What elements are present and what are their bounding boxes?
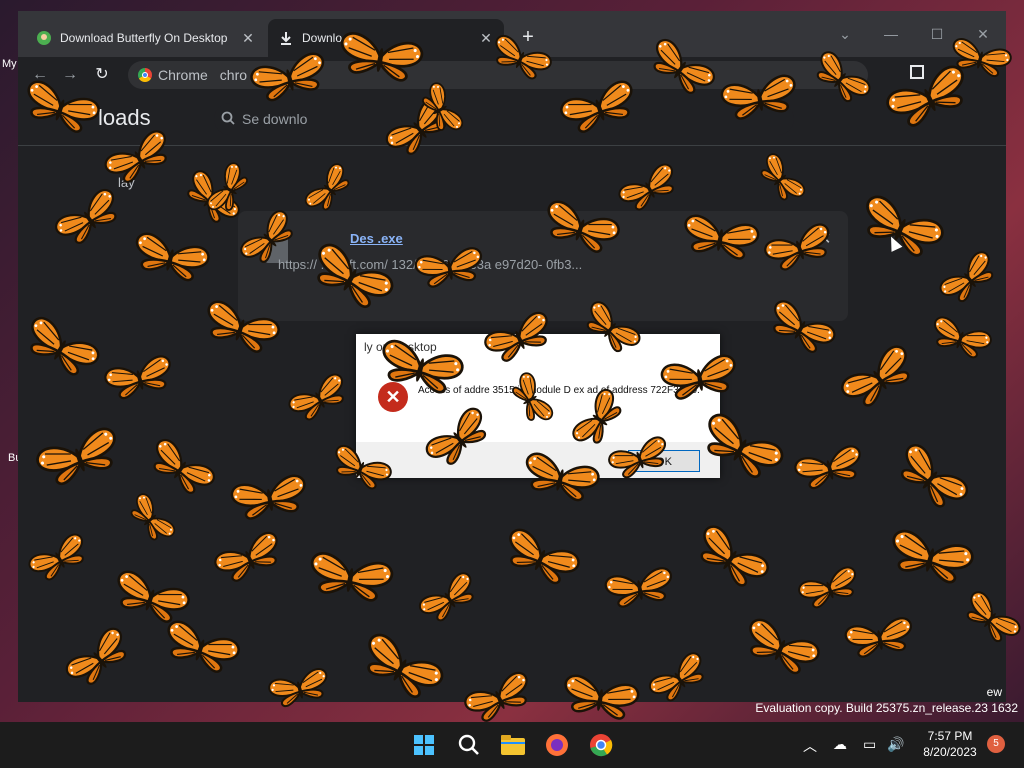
tab-title: Download Butterfly On Desktop — [60, 31, 228, 45]
tab-search-icon[interactable]: ⌄ — [830, 21, 860, 47]
tab-title: Downlo — [302, 31, 343, 45]
network-icon[interactable]: ▭ — [863, 736, 876, 753]
error-icon: ✕ — [378, 382, 408, 412]
close-tab-icon[interactable]: ✕ — [478, 30, 494, 47]
back-arrow-icon[interactable]: ← — [28, 63, 52, 87]
file-explorer-icon[interactable] — [499, 731, 527, 759]
download-filename-link[interactable]: Des .exe — [350, 231, 403, 246]
cloud-off-icon[interactable]: ☁ — [833, 736, 847, 753]
ok-button[interactable]: OK — [628, 450, 700, 472]
download-icon — [278, 30, 294, 46]
remove-download-icon[interactable]: ✕ — [818, 229, 831, 249]
error-dialog: ly on Desktop ✕ Access of addre 3515 in … — [356, 334, 720, 478]
chrome-taskbar-icon[interactable] — [587, 731, 615, 759]
butterfly-site-favicon — [36, 30, 52, 46]
date-group-label: lay — [118, 175, 135, 190]
address-bar[interactable]: Chrome chro — [128, 61, 868, 89]
dialog-footer: OK — [356, 442, 720, 478]
url-text: chro — [219, 67, 248, 83]
start-icon[interactable] — [410, 731, 438, 759]
firefox-icon[interactable] — [543, 731, 571, 759]
site-chip-label: Chrome — [158, 67, 208, 83]
volume-icon[interactable]: 🔊 — [887, 736, 904, 753]
notification-badge[interactable]: 5 — [987, 735, 1005, 753]
tab-strip: Download Butterfly On Desktop ✕ Downlo ✕… — [18, 11, 1006, 57]
download-url[interactable]: https:// .cdn ft.com/ 132/2bf86c8ce3a e9… — [278, 257, 582, 272]
page-title: loads — [98, 105, 151, 130]
search-placeholder: Se downlo — [242, 111, 308, 127]
taskbar: ︿ ☁ ▭ 🔊 7:57 PM 8/20/2023 5 — [0, 722, 1024, 768]
forward-arrow-icon[interactable]: → — [58, 63, 82, 87]
dialog-message: Access of addre 3515 in module D ex ad o… — [418, 385, 700, 396]
watermark-line1: ew — [986, 685, 1002, 699]
search-icon[interactable] — [455, 731, 483, 759]
close-tab-icon[interactable]: ✕ — [240, 30, 256, 47]
browser-toolbar: ← → ↻ Chrome chro — [18, 57, 1006, 93]
minimize-button[interactable]: — — [876, 21, 906, 47]
chevron-up-icon[interactable]: ︿ — [803, 736, 817, 756]
download-item: Des .exe https:// .cdn ft.com/ 132/2bf86… — [238, 211, 848, 321]
search-downloads-input[interactable]: Se downlo — [214, 103, 794, 135]
chrome-icon — [138, 68, 152, 82]
downloads-header: loads Se downlo — [18, 93, 1006, 146]
clock-time[interactable]: 7:57 PM — [915, 729, 985, 743]
close-window-button[interactable]: ✕ — [968, 21, 998, 47]
clock-date[interactable]: 8/20/2023 — [915, 745, 985, 759]
new-tab-button[interactable]: + — [516, 25, 540, 49]
search-icon — [214, 111, 242, 128]
watermark-line2: Evaluation copy. Build 25375.zn_release.… — [755, 701, 1018, 715]
dialog-title: ly on Desktop — [364, 340, 437, 354]
dialog-body: ✕ Access of addre 3515 in module D ex ad… — [356, 364, 720, 442]
tab-downloads[interactable]: Downlo ✕ — [268, 19, 504, 57]
site-chip[interactable]: Chrome — [138, 67, 208, 83]
tab-butterfly-download[interactable]: Download Butterfly On Desktop ✕ — [26, 19, 266, 57]
desktop-icon-label[interactable]: My — [2, 58, 17, 70]
reload-icon[interactable]: ↻ — [90, 63, 114, 87]
side-panel-icon[interactable] — [910, 65, 924, 79]
maximize-button[interactable]: ☐ — [922, 21, 952, 47]
